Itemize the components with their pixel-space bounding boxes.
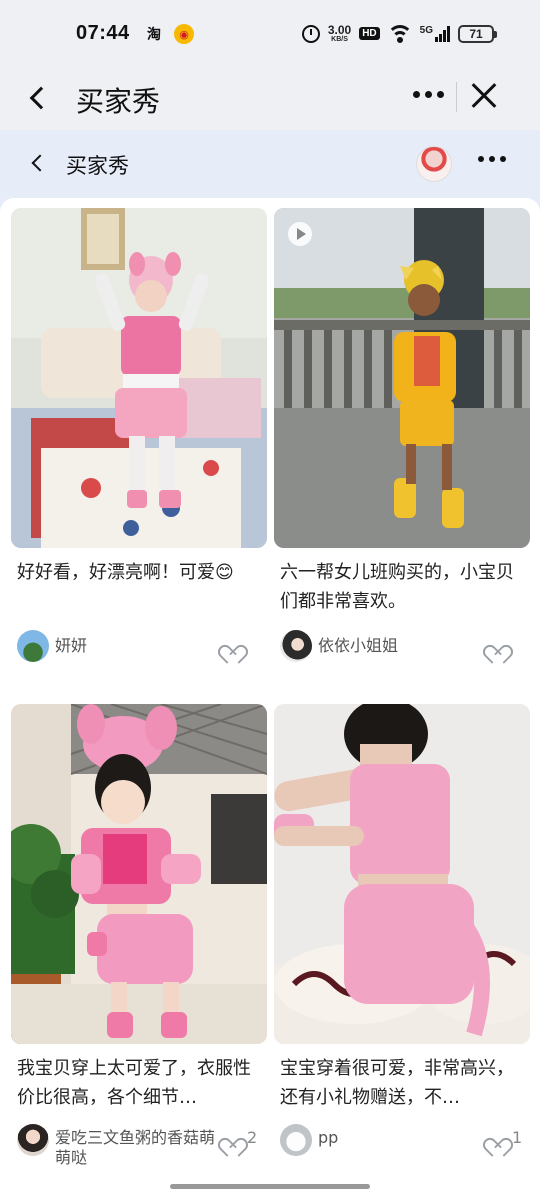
heart-icon xyxy=(486,636,506,654)
review-video[interactable] xyxy=(274,208,530,548)
navbar-divider xyxy=(456,82,457,112)
more-dot xyxy=(500,156,506,162)
network-speed: 3.00 KB/S xyxy=(328,24,351,43)
review-photo-image xyxy=(274,704,530,1044)
hd-icon: HD xyxy=(359,27,380,40)
review-user[interactable]: 妍妍 xyxy=(17,630,87,662)
user-name: 妍妍 xyxy=(55,636,88,655)
more-dots-icon xyxy=(478,156,484,162)
wifi-icon xyxy=(387,24,412,43)
review-text: 我宝贝穿上太可爱了，衣服性价比很高，各个细节… xyxy=(17,1058,251,1108)
heart-icon xyxy=(221,636,241,654)
review-feed-list: 好好看，好漂亮啊！可爱😊 妍妍 六一帮女儿班购买的，小宝贝们都非常喜欢。 依依小… xyxy=(0,198,540,1200)
review-photo-image xyxy=(11,208,267,548)
review-card[interactable]: 六一帮女儿班购买的，小宝贝们都非常喜欢。 依依小姐姐 xyxy=(274,208,532,678)
chevron-left-icon xyxy=(29,86,53,110)
user-name: 爱吃三文鱼粥的香菇萌萌哒 xyxy=(55,1128,216,1167)
user-name: 依依小姐姐 xyxy=(318,636,399,655)
battery-icon: 71 xyxy=(458,24,497,43)
close-button[interactable] xyxy=(466,78,502,114)
battery-level: 71 xyxy=(469,26,483,41)
more-dot xyxy=(424,90,432,98)
more-dot xyxy=(436,90,444,98)
weibo-icon: ◉ xyxy=(174,24,194,44)
home-indicator[interactable] xyxy=(170,1184,370,1189)
chevron-left-icon xyxy=(31,154,49,172)
status-time: 07:44 xyxy=(76,22,130,44)
taobao-icon: 淘 xyxy=(147,27,161,43)
like-button[interactable] xyxy=(486,636,512,654)
review-text: 好好看，好漂亮啊！可爱😊 xyxy=(17,562,234,583)
review-photo[interactable] xyxy=(11,208,267,548)
network-speed-unit: KB/S xyxy=(331,36,348,43)
heart-icon xyxy=(221,1129,241,1147)
sub-header: 买家秀 xyxy=(0,130,540,198)
user-avatar[interactable] xyxy=(280,630,312,662)
network-speed-value: 3.00 xyxy=(327,23,352,37)
review-user[interactable]: pp xyxy=(280,1124,338,1156)
heart-icon xyxy=(486,1129,506,1147)
review-card[interactable]: 好好看，好漂亮啊！可爱😊 妍妍 xyxy=(11,208,269,678)
sub-more-button[interactable] xyxy=(478,156,506,162)
page-title: 买家秀 xyxy=(76,85,161,118)
review-photo[interactable] xyxy=(11,704,267,1044)
more-options-button[interactable] xyxy=(408,86,448,102)
like-button[interactable]: 2 xyxy=(221,1128,257,1147)
status-app-icons: 淘 ◉ xyxy=(144,24,194,44)
more-dot xyxy=(489,156,495,162)
review-text: 宝宝穿着很可爱，非常高兴，还有小礼物赠送，不… xyxy=(280,1058,514,1108)
user-avatar[interactable] xyxy=(17,1124,49,1156)
product-thumbnail-avatar[interactable] xyxy=(416,146,452,182)
review-feed: 好好看，好漂亮啊！可爱😊 妍妍 六一帮女儿班购买的，小宝贝们都非常喜欢。 依依小… xyxy=(0,198,540,1200)
user-avatar[interactable] xyxy=(280,1124,312,1156)
signal-type: 5G xyxy=(419,24,433,36)
play-icon xyxy=(288,222,312,246)
cellular-signal-icon: 5G xyxy=(419,24,450,42)
review-text: 六一帮女儿班购买的，小宝贝们都非常喜欢。 xyxy=(280,562,514,612)
review-photo-image xyxy=(11,704,267,1044)
more-dots-icon xyxy=(412,90,420,98)
review-user[interactable]: 爱吃三文鱼粥的香菇萌萌哒 xyxy=(17,1124,215,1168)
status-indicators: 3.00 KB/S HD 5G 71 xyxy=(301,24,497,43)
sub-back-button[interactable] xyxy=(22,148,52,178)
sub-title: 买家秀 xyxy=(66,154,129,178)
alarm-icon xyxy=(301,24,320,43)
user-name: pp xyxy=(318,1128,339,1147)
review-card[interactable]: 我宝贝穿上太可爱了，衣服性价比很高，各个细节… 爱吃三文鱼粥的香菇萌萌哒 2 xyxy=(11,704,269,1184)
like-button[interactable]: 1 xyxy=(486,1128,522,1147)
like-button[interactable] xyxy=(221,636,247,654)
review-photo[interactable] xyxy=(274,704,530,1044)
user-avatar[interactable] xyxy=(17,630,49,662)
review-user[interactable]: 依依小姐姐 xyxy=(280,630,398,662)
back-button[interactable] xyxy=(20,80,56,116)
top-navbar: 买家秀 xyxy=(0,72,540,130)
review-video-image xyxy=(274,208,530,548)
review-card[interactable]: 宝宝穿着很可爱，非常高兴，还有小礼物赠送，不… pp 1 xyxy=(274,704,532,1184)
status-bar: 07:44 淘 ◉ 3.00 KB/S HD 5G 71 xyxy=(0,0,540,72)
